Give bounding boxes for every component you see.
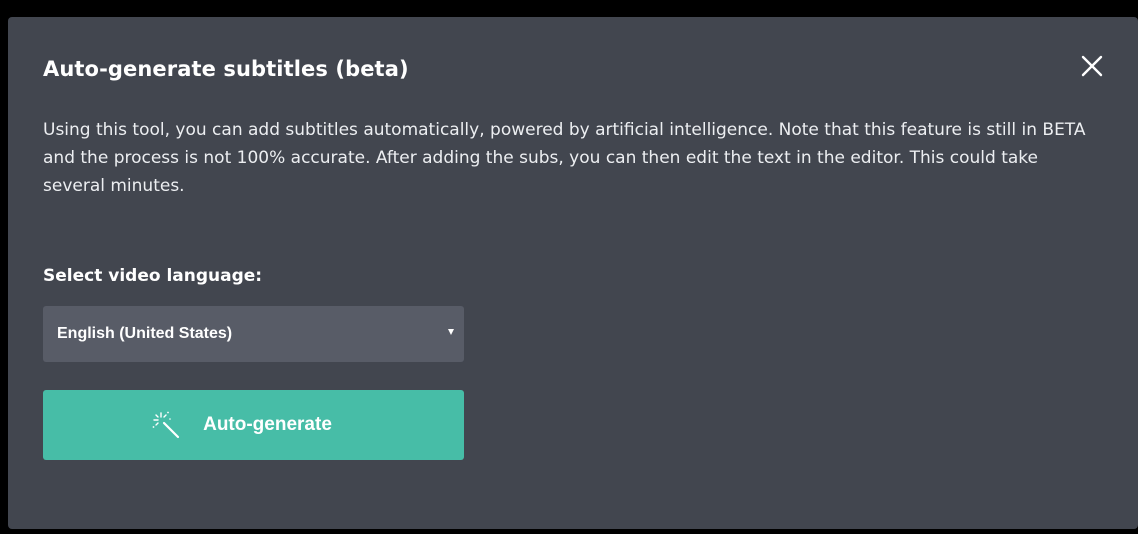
caret-down-icon — [448, 329, 454, 335]
dialog-description: Using this tool, you can add subtitles a… — [43, 120, 1086, 196]
magic-wand-icon — [152, 411, 180, 439]
dialog-title: Auto-generate subtitles (beta) — [43, 57, 409, 81]
language-select-value: English (United States) — [57, 325, 233, 342]
auto-generate-button[interactable]: Auto-generate — [43, 390, 464, 460]
close-button[interactable] — [1077, 51, 1107, 81]
language-label: Select video language: — [43, 266, 263, 286]
auto-generate-label: Auto-generate — [203, 414, 332, 435]
language-select[interactable]: English (United States) — [43, 306, 464, 362]
subtitle-dialog: Auto-generate subtitles (beta) Using thi… — [8, 17, 1138, 529]
close-icon — [1081, 55, 1103, 77]
